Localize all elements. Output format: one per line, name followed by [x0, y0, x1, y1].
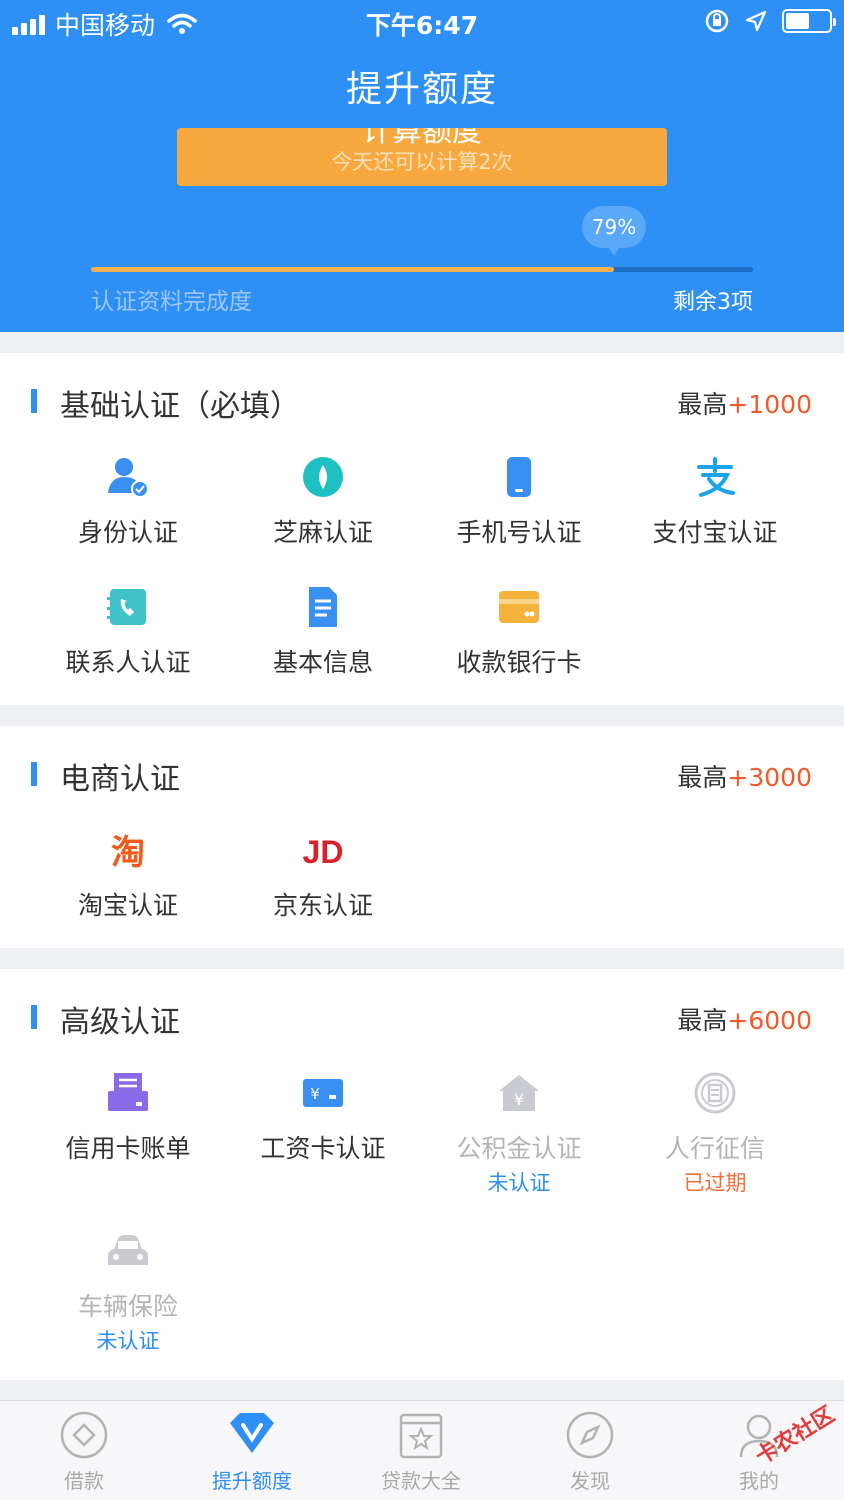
section-marker [31, 389, 37, 413]
item-alipay-verification[interactable]: 支付宝认证 [617, 453, 813, 549]
salary-card-icon: ¥ [303, 1079, 343, 1107]
car-insurance-icon [108, 1235, 148, 1265]
item-label: 淘宝认证 [77, 891, 178, 920]
svg-text:¥: ¥ [310, 1085, 320, 1103]
tab-label: 提升额度 [212, 1469, 292, 1493]
remaining-items: 剩余3项 [673, 290, 753, 315]
tab-label: 发现 [570, 1469, 610, 1493]
tab-label: 借款 [64, 1469, 104, 1493]
page-title: 提升额度 [345, 69, 498, 110]
item-basic-info[interactable]: 基本信息 [225, 583, 421, 679]
contact-icon [107, 589, 146, 625]
location-icon [745, 10, 767, 32]
section-title: 电商认证 [60, 762, 180, 797]
item-bank-card[interactable]: 收款银行卡 [421, 583, 617, 679]
item-jd-verification[interactable]: JD 京东认证 [225, 826, 421, 922]
item-phone-verification[interactable]: 手机号认证 [421, 453, 617, 549]
calculate-limit-button[interactable]: 计算额度 今天还可以计算2次 [177, 128, 667, 186]
item-label: 车辆保险 [77, 1292, 178, 1321]
status-bar: 中国移动 下午6:47 [0, 0, 844, 42]
item-credit-report[interactable]: 人行征信 已过期 [617, 1069, 813, 1197]
item-sesame-verification[interactable]: 芝麻认证 [225, 453, 421, 549]
section-title: 基础认证（必填） [60, 389, 300, 424]
item-label: 人行征信 [664, 1134, 765, 1163]
section-basic-verification: 基础认证（必填） 最高+1000 身份认证 芝麻认证 手机号认证 支付宝认证 联… [0, 353, 844, 705]
rotation-lock-icon [705, 9, 729, 33]
item-car-insurance[interactable]: 车辆保险 未认证 [30, 1227, 226, 1355]
item-label: 芝麻认证 [272, 518, 373, 547]
credit-card-bill-icon [108, 1073, 148, 1111]
battery-icon [782, 9, 836, 33]
header: 中国移动 下午6:47 提升额度 计算额度 今天还可以计算2次 79% 认证资料… [0, 0, 844, 332]
tab-loan-list[interactable]: 贷款大全 [337, 1409, 505, 1494]
id-user-icon [108, 458, 149, 498]
bank-card-icon [499, 591, 539, 623]
status-expired: 已过期 [683, 1171, 747, 1195]
item-label: 信用卡账单 [65, 1134, 191, 1163]
item-taobao-verification[interactable]: 淘 淘宝认证 [30, 826, 226, 922]
item-label: 工资卡认证 [260, 1134, 386, 1163]
tab-label: 贷款大全 [381, 1469, 461, 1493]
calculate-remaining-label: 今天还可以计算2次 [331, 150, 513, 174]
item-label: 京东认证 [272, 891, 373, 920]
item-identity-verification[interactable]: 身份认证 [30, 453, 226, 549]
item-label: 支付宝认证 [652, 518, 778, 547]
sesame-icon [303, 457, 343, 497]
loan-icon [60, 1411, 108, 1459]
section-advanced-verification: 高级认证 最高+6000 信用卡账单 ¥ 工资卡认证 ¥ 公积金认证 未认证 人… [0, 969, 844, 1380]
section-ecommerce-verification: 电商认证 最高+3000 淘 淘宝认证 JD 京东认证 [0, 726, 844, 948]
bottom-tab-bar: 借款 提升额度 贷款大全 发现 我的 [0, 1400, 844, 1500]
item-label: 收款银行卡 [456, 648, 582, 677]
taobao-icon: 淘 [111, 833, 145, 873]
document-icon [309, 587, 337, 627]
loan-list-icon [399, 1413, 443, 1459]
section-max-amount: 最高+1000 [677, 390, 812, 419]
phone-icon [507, 457, 531, 497]
section-max-amount: 最高+3000 [677, 763, 812, 792]
jd-icon: JD [303, 834, 344, 870]
status-unverified: 未认证 [487, 1171, 551, 1195]
item-salary-card[interactable]: ¥ 工资卡认证 [225, 1069, 421, 1165]
tab-raise-limit[interactable]: 提升额度 [168, 1409, 336, 1494]
section-marker [31, 1005, 37, 1029]
compass-icon [566, 1411, 614, 1459]
alipay-icon [697, 457, 735, 497]
status-unverified: 未认证 [96, 1329, 160, 1353]
credit-report-icon [694, 1072, 736, 1114]
completion-progress-fill [91, 267, 614, 272]
item-label: 联系人认证 [65, 648, 191, 677]
tab-loan[interactable]: 借款 [0, 1409, 168, 1494]
progress-label: 认证资料完成度 [91, 289, 252, 315]
svg-text:JD: JD [303, 834, 344, 870]
tab-discover[interactable]: 发现 [506, 1409, 674, 1494]
tab-label: 我的 [739, 1469, 779, 1493]
item-label: 手机号认证 [456, 518, 582, 547]
section-marker [31, 762, 37, 786]
item-label: 基本信息 [272, 648, 373, 677]
item-contact-verification[interactable]: 联系人认证 [30, 583, 226, 679]
section-title: 高级认证 [60, 1005, 180, 1040]
completion-progress-bar [91, 267, 753, 272]
raise-limit-icon [230, 1413, 274, 1453]
progress-percent-badge: 79% [582, 206, 646, 256]
item-housing-fund[interactable]: ¥ 公积金认证 未认证 [421, 1069, 617, 1197]
item-label: 身份认证 [77, 518, 178, 547]
svg-text:¥: ¥ [514, 1090, 524, 1109]
svg-text:淘: 淘 [111, 833, 145, 873]
housing-fund-icon: ¥ [499, 1075, 539, 1111]
section-max-amount: 最高+6000 [677, 1006, 812, 1035]
item-label: 公积金认证 [456, 1134, 582, 1163]
item-credit-card-bill[interactable]: 信用卡账单 [30, 1069, 226, 1165]
